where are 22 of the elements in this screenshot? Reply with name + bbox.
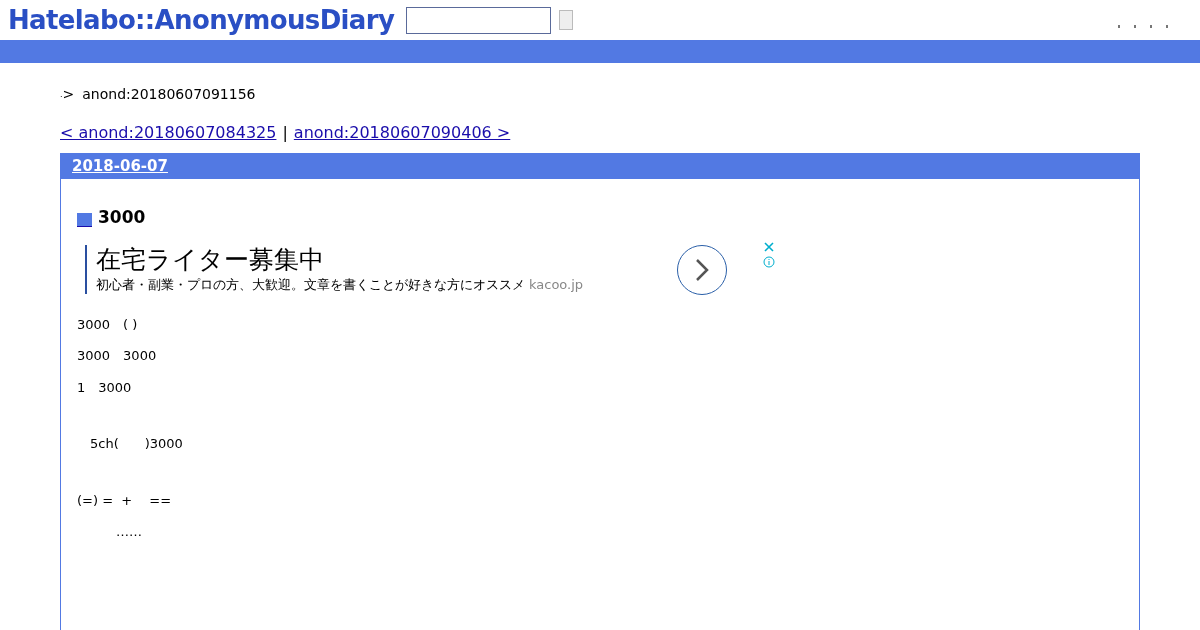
chevron-right-icon [694, 256, 710, 283]
ad-headline[interactable]: 在宅ライター募集中 [96, 244, 584, 275]
search-field[interactable] [406, 6, 552, 34]
body-paragraph: 3000 3000 [77, 347, 158, 365]
previous-entry-link[interactable]: < anond:20180607084325 [60, 121, 277, 145]
body-paragraph: …… [115, 523, 143, 541]
date-link[interactable]: 2018-06-07 [72, 155, 168, 178]
entry-title: 3000 [98, 206, 146, 229]
square-icon[interactable] [77, 212, 92, 227]
ad-domain: kacoo.jp [529, 275, 584, 294]
body-paragraph: 5ch( )3000 [89, 435, 184, 453]
body-paragraph: 3000 ( ) [77, 315, 139, 334]
breadcrumb-separator: > [62, 85, 75, 104]
body-paragraph: (=) = + == [77, 491, 173, 510]
site-logo[interactable]: Hatelabo::AnonymousDiary [8, 0, 395, 40]
breadcrumb-current: anond:20180607091156 [82, 85, 256, 104]
body-paragraph: 1 3000 [77, 378, 133, 397]
ad-text: 初心者・副業・プロの方、大歓迎。文章を書くことが好きな方にオススメ [96, 275, 525, 294]
pager-separator: | [282, 122, 288, 144]
close-icon[interactable] [764, 241, 774, 252]
next-entry-link[interactable]: anond:20180607090406 > [293, 121, 511, 145]
home-link[interactable]: . [60, 88, 63, 101]
